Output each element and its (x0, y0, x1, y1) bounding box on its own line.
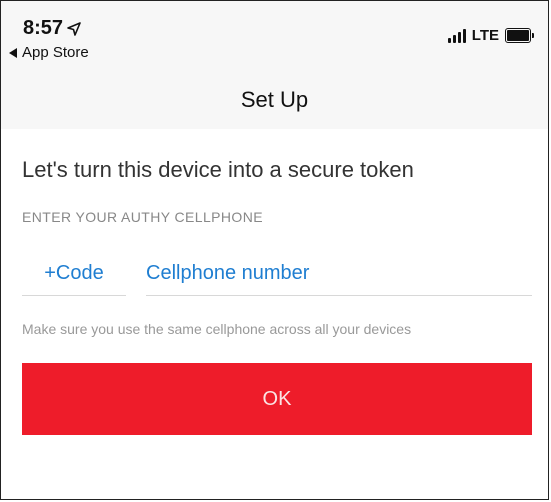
battery-icon (505, 28, 534, 43)
hint-text: Make sure you use the same cellphone acr… (22, 321, 412, 337)
network-type: LTE (471, 27, 499, 44)
headline: Let's turn this device into a secure tok… (22, 157, 414, 182)
back-app-label: App Store (22, 44, 89, 61)
section-label: ENTER YOUR AUTHY CELLPHONE (22, 209, 263, 225)
status-time: 8:57 (23, 17, 81, 40)
back-triangle-icon (9, 47, 17, 58)
status-time-text: 8:57 (23, 17, 64, 39)
country-code-input[interactable] (22, 251, 126, 296)
ok-button[interactable]: OK (22, 363, 532, 435)
back-to-app-store[interactable]: App Store (9, 44, 89, 61)
header-area: 8:57 App Store LTE Set Up (1, 1, 548, 129)
status-right: LTE (447, 27, 534, 44)
cellphone-number-input[interactable] (146, 251, 532, 296)
location-arrow-icon (67, 21, 81, 36)
page-title: Set Up (240, 87, 309, 112)
signal-icon (447, 28, 466, 43)
app-frame: 8:57 App Store LTE Set Up Let's turn thi… (0, 0, 549, 500)
